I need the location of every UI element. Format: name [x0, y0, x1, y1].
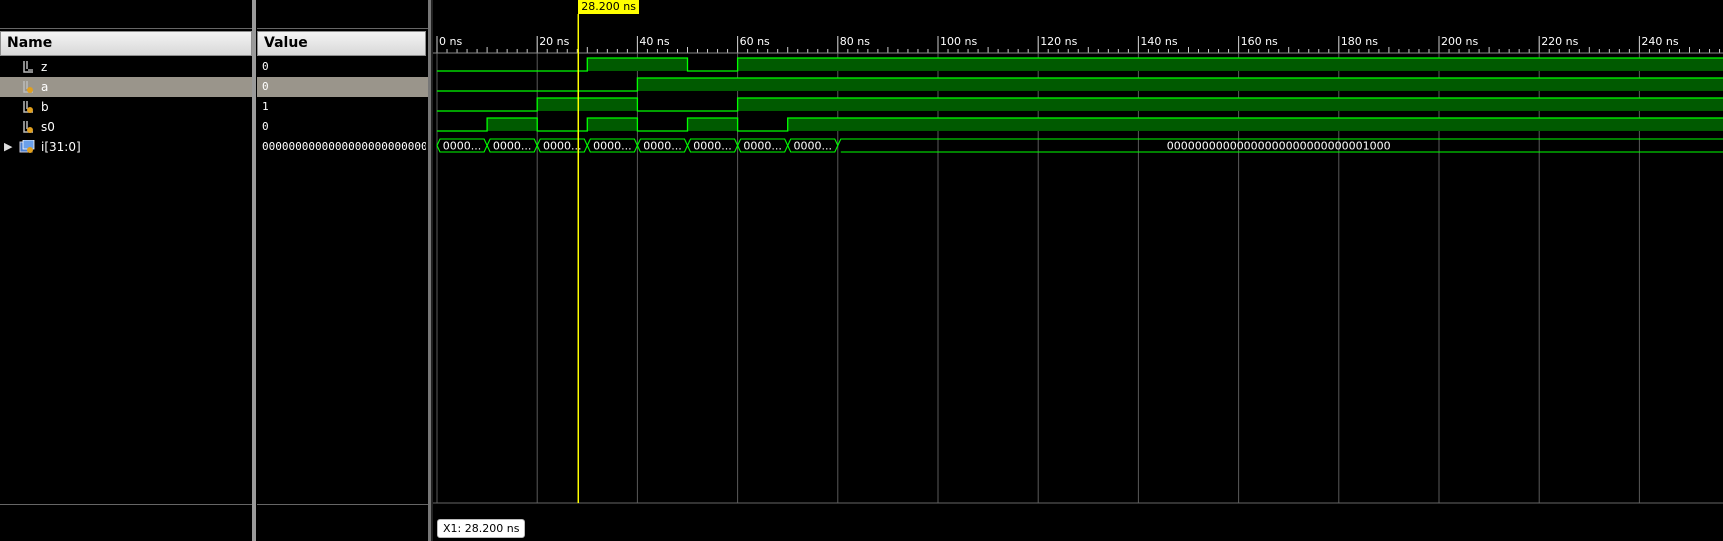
- waveform-canvas[interactable]: 0 ns 20 ns 40 ns 60 ns 80 ns 100 ns 120 ns 140 …: [433, 0, 1723, 541]
- waveform-high-fill: [487, 118, 538, 131]
- signal-row-4[interactable]: ▶ i[31:0]: [0, 137, 252, 157]
- signal-value: 1: [262, 100, 269, 113]
- bus-icon: [19, 139, 35, 154]
- signal-value: 0: [262, 60, 269, 73]
- ruler-tick-label: 120 ns: [1040, 35, 1077, 48]
- ruler-tick-label: 100 ns: [940, 35, 977, 48]
- ruler-tick-label: 160 ns: [1241, 35, 1278, 48]
- ruler-tick-label: 180 ns: [1341, 35, 1378, 48]
- signal-row-0[interactable]: z: [0, 57, 252, 77]
- signal-name: b: [41, 100, 49, 114]
- ruler-tick-label: 240 ns: [1641, 35, 1678, 48]
- bus-value-label: 0000...: [593, 140, 631, 153]
- bottom-separator: [257, 504, 428, 505]
- signal-name: z: [41, 60, 48, 74]
- ruler-tick-label: 200 ns: [1441, 35, 1478, 48]
- bus-value-label: 0000...: [543, 140, 581, 153]
- waveform-pane[interactable]: 0 ns 20 ns 40 ns 60 ns 80 ns 100 ns 120 ns 140 …: [433, 0, 1723, 541]
- signal-name: i[31:0]: [41, 140, 81, 154]
- bus-value-label: 0000...: [493, 140, 531, 153]
- top-separator: [0, 28, 252, 29]
- ruler-tick-label: 220 ns: [1541, 35, 1578, 48]
- name-column-header[interactable]: Name: [0, 31, 252, 56]
- signal-row-1[interactable]: a: [0, 77, 252, 97]
- signal-value: 0: [262, 80, 269, 93]
- waveform-high-fill: [587, 118, 638, 131]
- waveform-high-fill: [737, 58, 1723, 71]
- waveform-high-fill: [737, 98, 1723, 111]
- signal-row-3[interactable]: s0: [0, 117, 252, 137]
- waveform-high-fill: [537, 98, 638, 111]
- bottom-separator: [0, 504, 252, 505]
- value-row-4[interactable]: 00000000000000000000000000001000: [257, 137, 428, 157]
- ruler-tick-label: 20 ns: [539, 35, 569, 48]
- signal-value: 00000000000000000000000000001000: [262, 140, 426, 153]
- waveform-high-fill: [687, 118, 738, 131]
- cursor-time-flag[interactable]: 28.200 ns: [578, 0, 639, 14]
- value-row-0[interactable]: 0: [257, 57, 428, 77]
- input-port-icon: [21, 120, 35, 134]
- signal-value: 0: [262, 120, 269, 133]
- name-value-splitter[interactable]: [252, 0, 256, 541]
- signal-name: s0: [41, 120, 55, 134]
- waveform-high-fill: [787, 118, 1723, 131]
- top-separator: [257, 28, 428, 29]
- expand-arrow-icon[interactable]: ▶: [4, 137, 12, 157]
- value-row-3[interactable]: 0: [257, 117, 428, 137]
- ruler-tick-label: 140 ns: [1140, 35, 1177, 48]
- bus-value-label: 0000...: [693, 140, 731, 153]
- ruler-tick-label: 0 ns: [439, 35, 462, 48]
- output-port-icon: [21, 60, 35, 74]
- bus-value-label: 0000...: [743, 140, 781, 153]
- signal-name: a: [41, 80, 49, 94]
- value-row-2[interactable]: 1: [257, 97, 428, 117]
- input-port-icon: [21, 80, 35, 94]
- name-pane: Name z a b s0 ▶ i[31:0]: [0, 0, 252, 541]
- signal-row-2[interactable]: b: [0, 97, 252, 117]
- input-port-icon: [21, 100, 35, 114]
- value-column-header[interactable]: Value: [257, 31, 426, 56]
- bus-value-label: 00000000000000000000000000001000: [1167, 140, 1391, 153]
- cursor-x1-readout: X1: 28.200 ns: [437, 519, 526, 538]
- waveform-high-fill: [587, 58, 688, 71]
- ruler-tick-label: 80 ns: [840, 35, 870, 48]
- value-pane: Value 0 0 1 0 000000000000000000000000000010…: [257, 0, 428, 541]
- bus-value-label: 0000...: [443, 140, 481, 153]
- bus-value-label: 0000...: [643, 140, 681, 153]
- ruler-tick-label: 40 ns: [639, 35, 669, 48]
- bus-value-label: 0000...: [794, 140, 832, 153]
- value-row-1[interactable]: 0: [257, 77, 428, 97]
- waveform-high-fill: [637, 78, 1723, 91]
- ruler-tick-label: 60 ns: [740, 35, 770, 48]
